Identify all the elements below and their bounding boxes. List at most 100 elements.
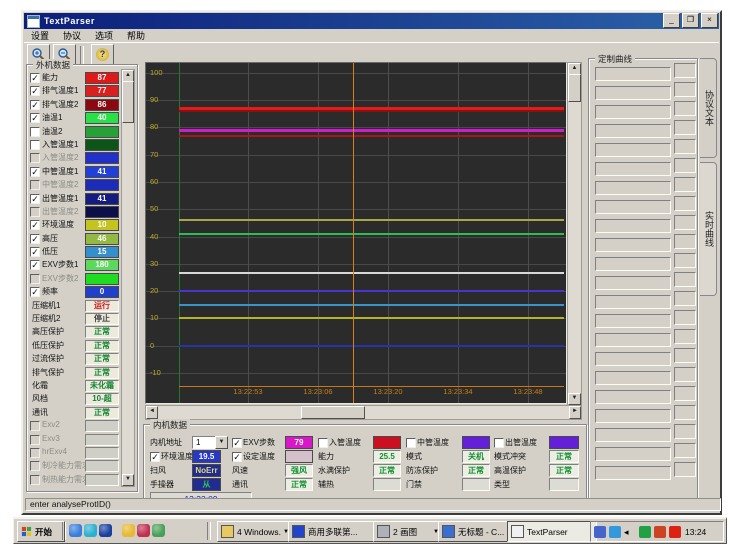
curve-value-field[interactable]: [674, 139, 696, 154]
curve-value-field[interactable]: [674, 196, 696, 211]
show-desktop-icon[interactable]: [122, 524, 135, 537]
curve-name-field[interactable]: [595, 257, 671, 271]
curve-value-field[interactable]: [674, 253, 696, 268]
taskbar-button-media-window[interactable]: 无标题 - C...: [438, 521, 512, 542]
trend-plot[interactable]: 1009080706050403020100-1013:22:5313:23:0…: [145, 62, 567, 404]
left-scroll-thumb[interactable]: [122, 81, 134, 123]
messenger-icon[interactable]: [609, 526, 621, 538]
outlook-icon[interactable]: [84, 524, 97, 537]
tab-protocol-text[interactable]: 协议文本: [700, 58, 717, 158]
scroll-right-icon[interactable]: ►: [569, 406, 581, 419]
checkbox[interactable]: ✓: [30, 113, 40, 123]
checkbox[interactable]: [318, 438, 328, 448]
menu-item-help[interactable]: 帮助: [120, 29, 152, 42]
minimize-button[interactable]: _: [663, 13, 680, 28]
address-combobox[interactable]: 1▼: [192, 436, 228, 449]
curve-value-field[interactable]: [674, 462, 696, 477]
maximize-button[interactable]: ❐: [682, 13, 699, 28]
network-status-icon[interactable]: [639, 526, 651, 538]
taskbar-button-paint-group[interactable]: 2 画图▼: [373, 521, 443, 542]
curve-name-field[interactable]: [595, 333, 671, 347]
curve-name-field[interactable]: [595, 86, 671, 100]
curve-value-field[interactable]: [674, 101, 696, 116]
curve-value-field[interactable]: [674, 215, 696, 230]
curve-value-field[interactable]: [674, 291, 696, 306]
empty-field[interactable]: [85, 434, 119, 446]
curve-name-field[interactable]: [595, 409, 671, 423]
checkbox[interactable]: [30, 180, 40, 190]
checkbox[interactable]: [30, 448, 40, 458]
curve-value-field[interactable]: [674, 158, 696, 173]
curve-value-field[interactable]: [674, 443, 696, 458]
checkbox[interactable]: ✓: [30, 287, 40, 297]
curve-name-field[interactable]: [595, 143, 671, 157]
left-panel-scrollbar[interactable]: ▲ ▼: [121, 69, 135, 487]
curve-name-field[interactable]: [595, 466, 671, 480]
checkbox[interactable]: ✓: [30, 86, 40, 96]
curve-name-field[interactable]: [595, 124, 671, 138]
taskbar-button-textparser-app[interactable]: TextParser: [507, 521, 597, 542]
curve-value-field[interactable]: [674, 234, 696, 249]
empty-field[interactable]: [85, 447, 119, 459]
curve-value-field[interactable]: [674, 63, 696, 78]
taskbar-button-folder-group[interactable]: 4 Windows...▼: [217, 521, 293, 542]
msn-icon[interactable]: [99, 524, 112, 537]
curve-name-field[interactable]: [595, 238, 671, 252]
curve-name-field[interactable]: [595, 390, 671, 404]
chart-vscroll-thumb[interactable]: [568, 74, 581, 102]
my-computer-icon[interactable]: [152, 524, 165, 537]
checkbox[interactable]: ✓: [30, 73, 40, 83]
curve-name-field[interactable]: [595, 276, 671, 290]
scroll-down-icon[interactable]: ▼: [568, 393, 581, 405]
curve-value-field[interactable]: [674, 82, 696, 97]
checkbox[interactable]: ✓: [30, 260, 40, 270]
chart-hscrollbar[interactable]: ◄ ►: [145, 405, 582, 420]
curve-name-field[interactable]: [595, 447, 671, 461]
start-button[interactable]: 开始: [17, 521, 65, 542]
show-hidden-arrow-icon[interactable]: ◂: [624, 526, 636, 538]
chart-vscrollbar[interactable]: ▲ ▼: [567, 62, 582, 406]
checkbox[interactable]: [494, 438, 504, 448]
checkbox[interactable]: ✓: [30, 220, 40, 230]
checkbox[interactable]: ✓: [232, 452, 242, 462]
curve-name-field[interactable]: [595, 105, 671, 119]
media-player-icon[interactable]: [137, 524, 150, 537]
checkbox[interactable]: ✓: [30, 167, 40, 177]
checkbox[interactable]: [30, 207, 40, 217]
internet-explorer-icon[interactable]: [69, 524, 82, 537]
checkbox[interactable]: [30, 153, 40, 163]
checkbox[interactable]: [30, 127, 40, 137]
curve-name-field[interactable]: [595, 352, 671, 366]
checkbox[interactable]: [406, 438, 416, 448]
checkbox[interactable]: ✓: [30, 234, 40, 244]
curve-value-field[interactable]: [674, 367, 696, 382]
curve-name-field[interactable]: [595, 181, 671, 195]
curve-value-field[interactable]: [674, 272, 696, 287]
scroll-down-icon[interactable]: ▼: [122, 474, 134, 486]
checkbox[interactable]: ✓: [30, 247, 40, 257]
checkbox[interactable]: ✓: [30, 100, 40, 110]
checkbox[interactable]: ✓: [232, 438, 242, 448]
empty-field[interactable]: [85, 420, 119, 432]
help-button[interactable]: ?: [91, 44, 114, 65]
antivirus-icon[interactable]: [654, 526, 666, 538]
empty-field[interactable]: [85, 474, 119, 486]
curve-value-field[interactable]: [674, 310, 696, 325]
checkbox[interactable]: [30, 421, 40, 431]
empty-field[interactable]: [85, 460, 119, 472]
time-cursor[interactable]: [353, 63, 354, 403]
printer-icon[interactable]: [594, 526, 606, 538]
curve-value-field[interactable]: [674, 177, 696, 192]
checkbox[interactable]: ✓: [30, 194, 40, 204]
curve-name-field[interactable]: [595, 200, 671, 214]
curve-name-field[interactable]: [595, 162, 671, 176]
checkbox[interactable]: [30, 461, 40, 471]
curve-value-field[interactable]: [674, 386, 696, 401]
scroll-left-icon[interactable]: ◄: [146, 406, 158, 419]
checkbox[interactable]: [30, 274, 40, 284]
curve-value-field[interactable]: [674, 348, 696, 363]
flash-alert-icon[interactable]: [669, 526, 681, 538]
curve-name-field[interactable]: [595, 219, 671, 233]
chevron-down-icon[interactable]: ▼: [215, 436, 228, 449]
menu-item-protocol[interactable]: 协议: [56, 29, 88, 42]
